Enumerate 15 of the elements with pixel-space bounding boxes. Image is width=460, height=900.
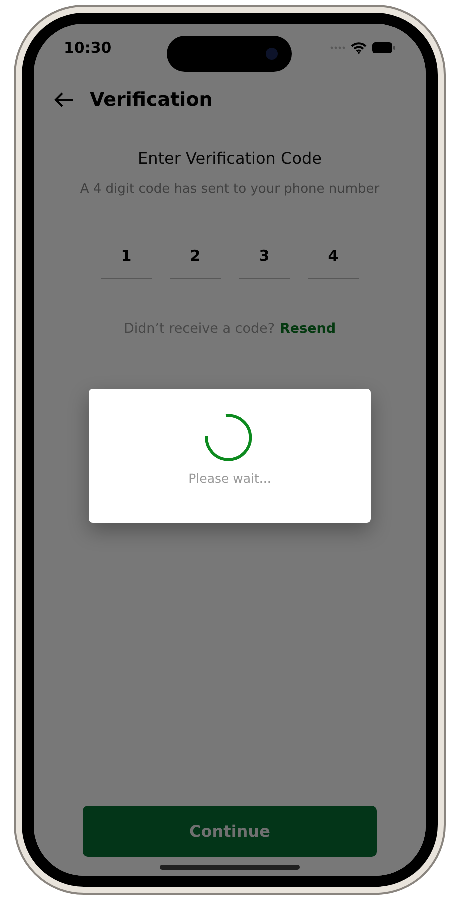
code-digit-field[interactable]: 4 [308,247,359,279]
code-digit-field[interactable]: 3 [239,247,290,279]
code-digit-field[interactable]: 2 [170,247,221,279]
loading-message: Please wait... [188,471,272,486]
resend-link[interactable]: Resend [280,321,336,337]
signal-icon [330,46,346,50]
battery-icon [372,42,396,54]
heading: Enter Verification Code [137,149,323,168]
status-time: 10:30 [64,39,112,57]
back-arrow-icon[interactable] [54,92,74,108]
continue-button[interactable]: Continue [83,806,377,857]
code-digit-field[interactable]: 1 [101,247,152,279]
subtitle: A 4 digit code has sent to your phone number [79,182,381,197]
page-title: Verification [90,89,213,111]
wifi-icon [351,42,367,54]
